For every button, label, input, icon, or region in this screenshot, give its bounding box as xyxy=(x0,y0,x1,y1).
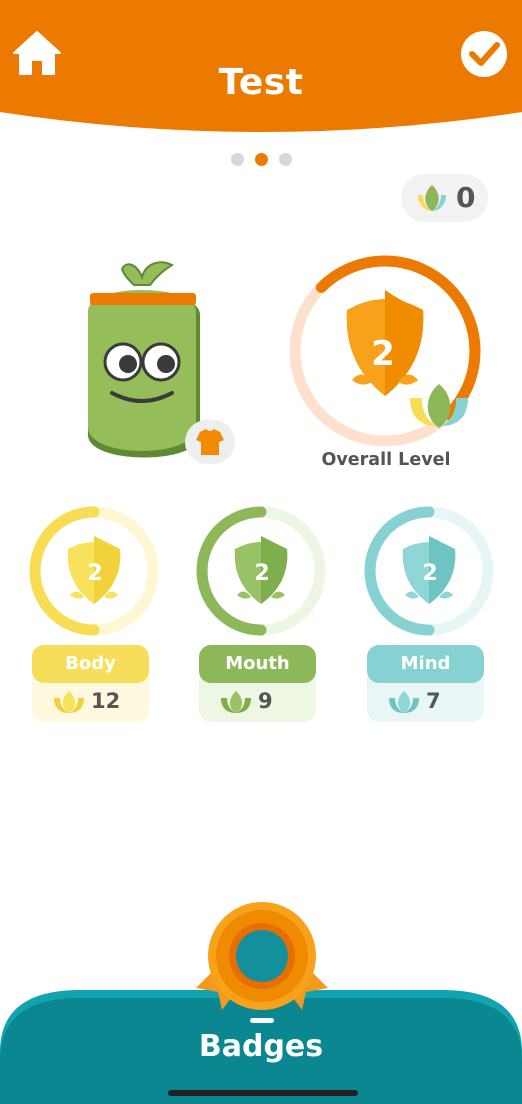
page-dot-1[interactable] xyxy=(230,153,244,166)
outfit-button[interactable] xyxy=(185,420,235,464)
lotus-icon xyxy=(221,691,251,713)
done-button[interactable] xyxy=(459,29,509,79)
category-mouth[interactable]: 2 Mouth 9 xyxy=(195,505,329,725)
overall-level-number: 2 xyxy=(371,334,395,374)
category-mind[interactable]: 2 Mind 7 xyxy=(363,505,497,725)
category-body[interactable]: 2 Body 12 xyxy=(28,505,162,725)
coin-count: 0 xyxy=(456,181,476,214)
shirt-icon xyxy=(196,429,224,455)
badges-nav-button[interactable] xyxy=(192,900,332,1020)
page-dot-3[interactable] xyxy=(278,153,292,166)
lotus-icon xyxy=(54,691,84,713)
mouth-level: 2 xyxy=(254,561,270,586)
mind-label: Mind xyxy=(367,645,484,683)
body-count: 12 xyxy=(91,689,121,713)
body-level: 2 xyxy=(87,561,103,586)
mouth-count: 9 xyxy=(258,689,273,713)
mind-level: 2 xyxy=(422,561,438,586)
home-indicator xyxy=(168,1090,358,1096)
overall-level-label: Overall Level xyxy=(321,450,451,470)
mind-count: 7 xyxy=(426,689,441,713)
page-title: Test xyxy=(218,62,304,103)
check-circle-icon xyxy=(461,31,507,77)
badges-nav-label[interactable]: Badges xyxy=(0,1029,522,1064)
page-dot-2[interactable] xyxy=(254,153,268,166)
lotus-icon xyxy=(418,185,446,211)
lotus-icon xyxy=(410,384,468,428)
mouth-label: Mouth xyxy=(199,645,316,683)
body-label: Body xyxy=(32,645,149,683)
badges-indicator xyxy=(250,1018,274,1023)
lotus-icon xyxy=(389,691,419,713)
page-indicator xyxy=(0,153,522,166)
medal-icon xyxy=(196,902,328,1010)
coin-balance[interactable]: 0 xyxy=(401,174,488,222)
